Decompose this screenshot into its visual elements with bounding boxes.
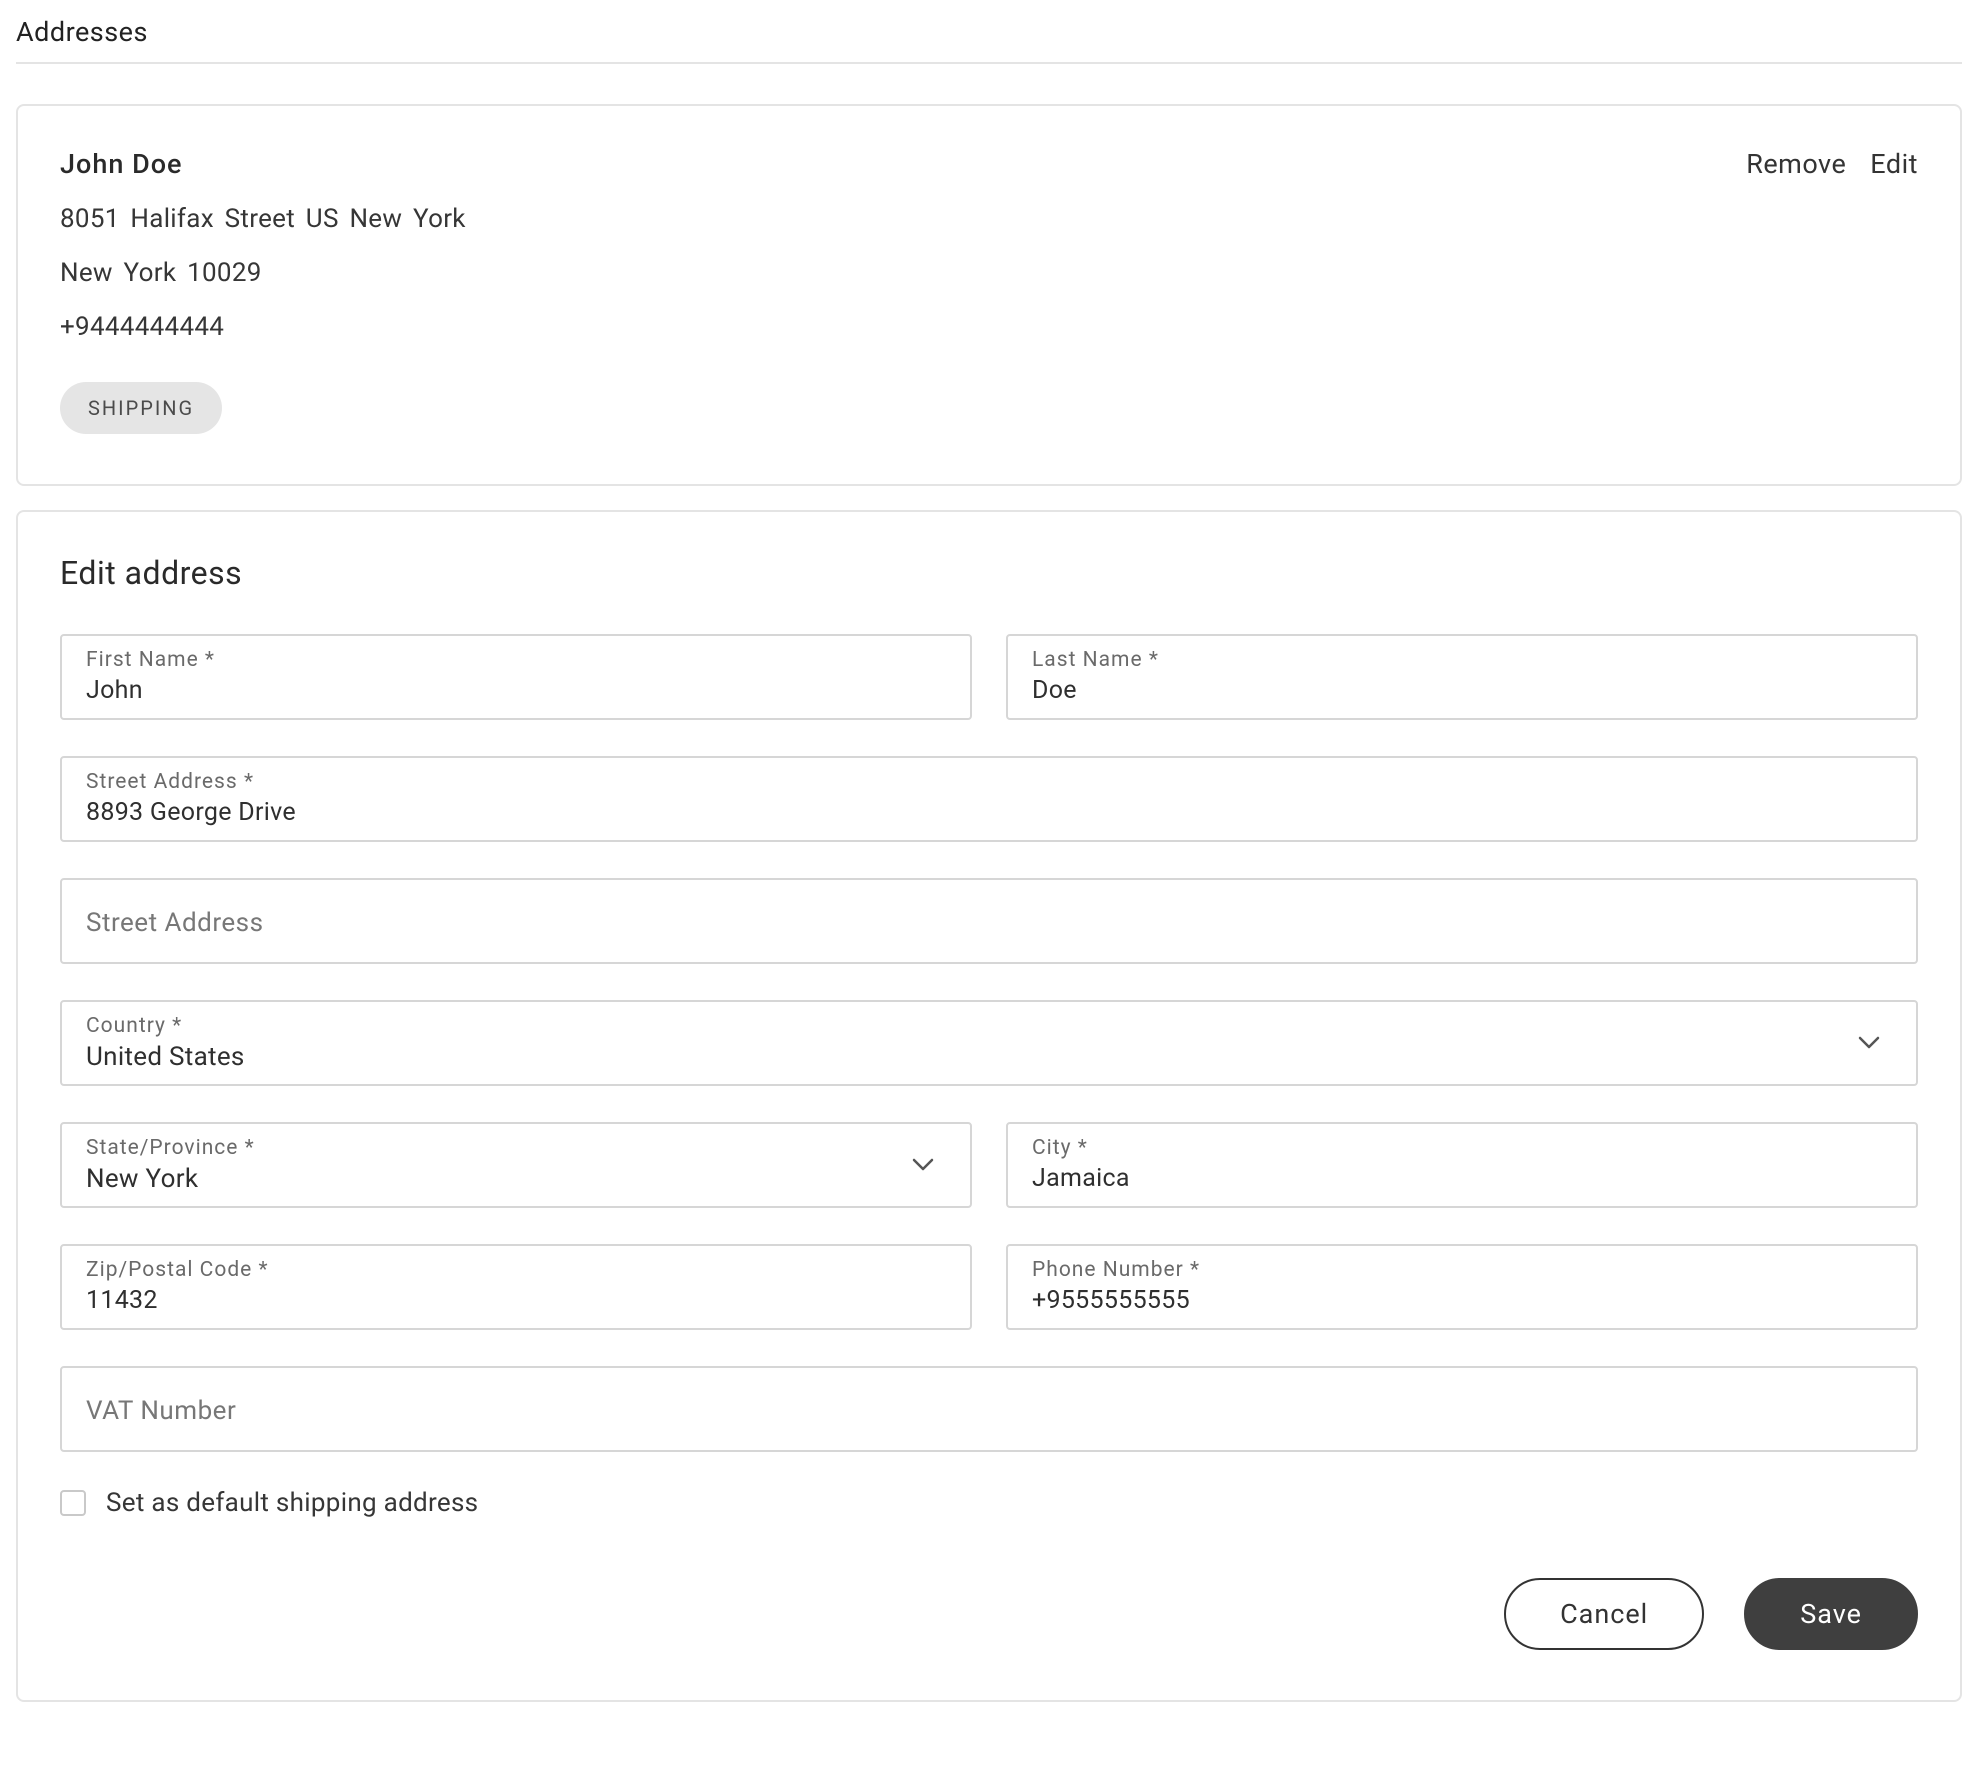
- edit-button[interactable]: Edit: [1870, 148, 1918, 180]
- last-name-field[interactable]: Last Name *: [1006, 634, 1918, 720]
- address-phone: +9444444444: [60, 312, 1918, 342]
- zip-field[interactable]: Zip/Postal Code *: [60, 1244, 972, 1330]
- address-line-2: New York 10029: [60, 258, 1918, 288]
- default-shipping-checkbox[interactable]: [60, 1490, 86, 1516]
- first-name-input[interactable]: [86, 676, 946, 705]
- vat-field[interactable]: VAT Number: [60, 1366, 1918, 1452]
- country-label: Country *: [86, 1014, 1892, 1038]
- page-title: Addresses: [16, 16, 1962, 64]
- edit-address-card: Edit address First Name * Last Name * St…: [16, 510, 1962, 1702]
- address-actions: Remove Edit: [1746, 148, 1918, 180]
- first-name-label: First Name *: [86, 648, 946, 672]
- state-value: New York: [86, 1164, 946, 1194]
- vat-placeholder: VAT Number: [86, 1396, 1892, 1426]
- country-value: United States: [86, 1042, 1892, 1072]
- city-label: City *: [1032, 1136, 1892, 1160]
- address-card: John Doe Remove Edit 8051 Halifax Street…: [16, 104, 1962, 486]
- city-field[interactable]: City *: [1006, 1122, 1918, 1208]
- save-button[interactable]: Save: [1744, 1578, 1918, 1650]
- state-label: State/Province *: [86, 1136, 946, 1160]
- street-address-1-input[interactable]: [86, 798, 1892, 827]
- phone-input[interactable]: [1032, 1286, 1892, 1315]
- first-name-field[interactable]: First Name *: [60, 634, 972, 720]
- address-line-1: 8051 Halifax Street US New York: [60, 204, 1918, 234]
- phone-label: Phone Number *: [1032, 1258, 1892, 1282]
- city-input[interactable]: [1032, 1164, 1892, 1193]
- country-field[interactable]: Country * United States: [60, 1000, 1918, 1086]
- last-name-label: Last Name *: [1032, 648, 1892, 672]
- phone-field[interactable]: Phone Number *: [1006, 1244, 1918, 1330]
- zip-input[interactable]: [86, 1286, 946, 1315]
- address-name: John Doe: [60, 148, 182, 180]
- last-name-input[interactable]: [1032, 676, 1892, 705]
- default-shipping-label: Set as default shipping address: [106, 1488, 478, 1518]
- street-address-2-placeholder: Street Address: [86, 908, 1892, 938]
- shipping-badge: SHIPPING: [60, 382, 222, 434]
- street-address-2-field[interactable]: Street Address: [60, 878, 1918, 964]
- street-address-1-label: Street Address *: [86, 770, 1892, 794]
- state-field[interactable]: State/Province * New York: [60, 1122, 972, 1208]
- remove-button[interactable]: Remove: [1746, 148, 1846, 180]
- zip-label: Zip/Postal Code *: [86, 1258, 946, 1282]
- street-address-1-field[interactable]: Street Address *: [60, 756, 1918, 842]
- cancel-button[interactable]: Cancel: [1504, 1578, 1704, 1650]
- edit-address-title: Edit address: [60, 554, 1918, 592]
